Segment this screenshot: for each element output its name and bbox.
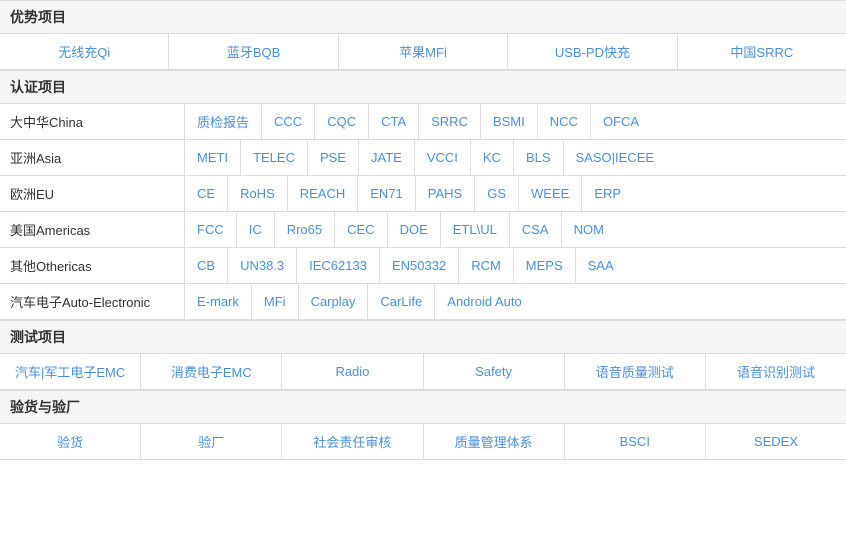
cert-item[interactable]: KC: [471, 140, 514, 175]
advantage-section: 优势项目 无线充Qi蓝牙BQB苹果MFiUSB-PD快充中国SRRC: [0, 0, 846, 70]
inspection-item[interactable]: SEDEX: [706, 424, 846, 459]
testing-item[interactable]: 语音识别测试: [706, 354, 846, 389]
cert-item[interactable]: PAHS: [416, 176, 475, 211]
advantage-title: 优势项目: [0, 0, 846, 34]
cert-item[interactable]: WEEE: [519, 176, 582, 211]
cert-row-label: 汽车电子Auto-Electronic: [0, 284, 185, 319]
testing-item[interactable]: Safety: [424, 354, 565, 389]
cert-item[interactable]: PSE: [308, 140, 359, 175]
cert-item[interactable]: TELEC: [241, 140, 308, 175]
cert-row-label: 亚洲Asia: [0, 140, 185, 175]
testing-item[interactable]: 语音质量测试: [565, 354, 706, 389]
cert-item[interactable]: CCC: [262, 104, 315, 139]
cert-row-label: 欧洲EU: [0, 176, 185, 211]
testing-row: 汽车|军工电子EMC消费电子EMCRadioSafety语音质量测试语音识别测试: [0, 354, 846, 390]
cert-item[interactable]: VCCI: [415, 140, 471, 175]
cert-item[interactable]: CSA: [510, 212, 562, 247]
inspection-section: 验货与验厂 验货验厂社会责任审核质量管理体系BSCISEDEX: [0, 390, 846, 460]
cert-row-items: CBUN38.3IEC62133EN50332RCMMEPSSAA: [185, 248, 846, 283]
testing-item[interactable]: 消费电子EMC: [141, 354, 282, 389]
inspection-title: 验货与验厂: [0, 390, 846, 424]
inspection-item[interactable]: 社会责任审核: [282, 424, 423, 459]
cert-item[interactable]: FCC: [185, 212, 237, 247]
cert-item[interactable]: CEC: [335, 212, 387, 247]
testing-item[interactable]: 汽车|军工电子EMC: [0, 354, 141, 389]
cert-item[interactable]: MFi: [252, 284, 299, 319]
inspection-item[interactable]: 验货: [0, 424, 141, 459]
cert-row-label: 大中华China: [0, 104, 185, 139]
inspection-item[interactable]: 质量管理体系: [424, 424, 565, 459]
cert-row-items: CERoHSREACHEN71PAHSGSWEEEERP: [185, 176, 846, 211]
cert-item[interactable]: CTA: [369, 104, 419, 139]
cert-item[interactable]: ETL\UL: [441, 212, 510, 247]
cert-item[interactable]: CE: [185, 176, 228, 211]
cert-item[interactable]: RCM: [459, 248, 514, 283]
cert-item[interactable]: EN71: [358, 176, 416, 211]
testing-title: 测试项目: [0, 320, 846, 354]
cert-item[interactable]: GS: [475, 176, 519, 211]
cert-row-items: FCCICRro65CECDOEETL\ULCSANOM: [185, 212, 846, 247]
cert-item[interactable]: METI: [185, 140, 241, 175]
cert-item[interactable]: UN38.3: [228, 248, 297, 283]
cert-item[interactable]: ERP: [582, 176, 633, 211]
inspection-item[interactable]: 验厂: [141, 424, 282, 459]
cert-item[interactable]: MEPS: [514, 248, 576, 283]
testing-item[interactable]: Radio: [282, 354, 423, 389]
cert-row: 美国AmericasFCCICRro65CECDOEETL\ULCSANOM: [0, 212, 846, 248]
cert-item[interactable]: BLS: [514, 140, 564, 175]
cert-item[interactable]: JATE: [359, 140, 415, 175]
cert-item[interactable]: SASO|IECEE: [564, 140, 667, 175]
advantage-item[interactable]: 苹果MFi: [339, 34, 508, 69]
certification-section: 认证项目 大中华China质检报告CCCCQCCTASRRCBSMINCCOFC…: [0, 70, 846, 320]
cert-item[interactable]: CarLife: [368, 284, 435, 319]
advantage-item[interactable]: USB-PD快充: [508, 34, 677, 69]
cert-item[interactable]: NCC: [538, 104, 591, 139]
cert-item[interactable]: IC: [237, 212, 275, 247]
inspection-row: 验货验厂社会责任审核质量管理体系BSCISEDEX: [0, 424, 846, 460]
cert-item[interactable]: CQC: [315, 104, 369, 139]
certification-rows: 大中华China质检报告CCCCQCCTASRRCBSMINCCOFCA亚洲As…: [0, 104, 846, 320]
cert-item[interactable]: EN50332: [380, 248, 459, 283]
cert-item[interactable]: BSMI: [481, 104, 538, 139]
cert-row-items: 质检报告CCCCQCCTASRRCBSMINCCOFCA: [185, 104, 846, 139]
inspection-item[interactable]: BSCI: [565, 424, 706, 459]
cert-item[interactable]: REACH: [288, 176, 359, 211]
cert-item[interactable]: SRRC: [419, 104, 481, 139]
cert-row: 其他OthericasCBUN38.3IEC62133EN50332RCMMEP…: [0, 248, 846, 284]
advantage-item[interactable]: 蓝牙BQB: [169, 34, 338, 69]
cert-row: 汽车电子Auto-ElectronicE-markMFiCarplayCarLi…: [0, 284, 846, 320]
cert-item[interactable]: IEC62133: [297, 248, 380, 283]
cert-item[interactable]: NOM: [562, 212, 616, 247]
cert-item[interactable]: 质检报告: [185, 104, 262, 139]
cert-item[interactable]: OFCA: [591, 104, 651, 139]
advantage-item[interactable]: 无线充Qi: [0, 34, 169, 69]
cert-item[interactable]: SAA: [576, 248, 626, 283]
cert-row: 大中华China质检报告CCCCQCCTASRRCBSMINCCOFCA: [0, 104, 846, 140]
cert-row-items: E-markMFiCarplayCarLifeAndroid Auto: [185, 284, 846, 319]
cert-item[interactable]: Android Auto: [435, 284, 533, 319]
cert-row: 亚洲AsiaMETITELECPSEJATEVCCIKCBLSSASO|IECE…: [0, 140, 846, 176]
cert-row-label: 其他Othericas: [0, 248, 185, 283]
cert-item[interactable]: Carplay: [299, 284, 369, 319]
cert-row-label: 美国Americas: [0, 212, 185, 247]
cert-item[interactable]: CB: [185, 248, 228, 283]
cert-item[interactable]: Rro65: [275, 212, 335, 247]
cert-row: 欧洲EUCERoHSREACHEN71PAHSGSWEEEERP: [0, 176, 846, 212]
advantage-row: 无线充Qi蓝牙BQB苹果MFiUSB-PD快充中国SRRC: [0, 34, 846, 70]
testing-section: 测试项目 汽车|军工电子EMC消费电子EMCRadioSafety语音质量测试语…: [0, 320, 846, 390]
certification-title: 认证项目: [0, 70, 846, 104]
cert-item[interactable]: E-mark: [185, 284, 252, 319]
cert-row-items: METITELECPSEJATEVCCIKCBLSSASO|IECEE: [185, 140, 846, 175]
cert-item[interactable]: DOE: [388, 212, 441, 247]
advantage-item[interactable]: 中国SRRC: [678, 34, 846, 69]
cert-item[interactable]: RoHS: [228, 176, 288, 211]
